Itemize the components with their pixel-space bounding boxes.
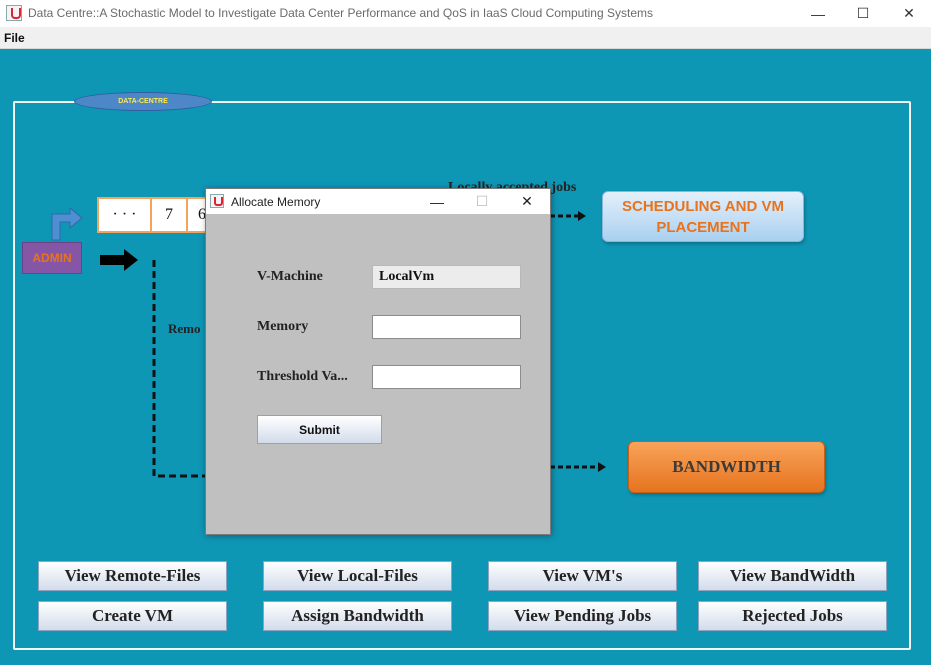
submit-button[interactable]: Submit [257, 415, 382, 444]
main-window: Data Centre::A Stochastic Model to Inves… [0, 0, 931, 665]
local-arrowhead [578, 211, 586, 221]
v-machine-field: LocalVm [372, 265, 521, 289]
threshold-label: Threshold Va... [257, 369, 348, 384]
v-machine-label: V-Machine [257, 269, 323, 284]
bandwidth-arrowhead [598, 462, 606, 472]
view-vms-button[interactable]: View VM's [488, 561, 677, 591]
dialog-close-button[interactable]: ✕ [504, 189, 550, 214]
threshold-input[interactable] [372, 365, 521, 389]
scheduling-label-line1: SCHEDULING AND VM [622, 197, 784, 215]
bandwidth-button[interactable]: BANDWIDTH [628, 441, 825, 493]
dialog-maximize-button: ☐ [475, 193, 489, 209]
view-pending-jobs-button[interactable]: View Pending Jobs [488, 601, 677, 631]
memory-label: Memory [257, 319, 309, 334]
rejected-jobs-button[interactable]: Rejected Jobs [698, 601, 887, 631]
memory-input[interactable] [372, 315, 521, 339]
bent-arrow-icon [51, 206, 83, 241]
view-remote-files-button[interactable]: View Remote-Files [38, 561, 227, 591]
allocate-memory-dialog: Allocate Memory — ☐ ✕ V-Machine LocalVm … [205, 188, 551, 535]
dialog-title: Allocate Memory [231, 195, 321, 209]
dialog-minimize-button[interactable]: — [414, 189, 460, 214]
right-arrow-icon [100, 249, 138, 271]
queue-slot: 7 [150, 197, 188, 233]
assign-bandwidth-button[interactable]: Assign Bandwidth [263, 601, 452, 631]
java-app-icon [210, 194, 224, 208]
queue-slot: · · · [97, 197, 152, 233]
view-bandwidth-button[interactable]: View BandWidth [698, 561, 887, 591]
remote-label: Remo [168, 321, 201, 336]
create-vm-button[interactable]: Create VM [38, 601, 227, 631]
view-local-files-button[interactable]: View Local-Files [263, 561, 452, 591]
dialog-title-bar: Allocate Memory — ☐ ✕ [206, 189, 550, 214]
admin-button[interactable]: ADMIN [22, 242, 82, 274]
scheduling-vm-placement-button[interactable]: SCHEDULING AND VM PLACEMENT [602, 191, 804, 242]
remote-path-line [152, 260, 206, 478]
scheduling-label-line2: PLACEMENT [656, 218, 750, 236]
